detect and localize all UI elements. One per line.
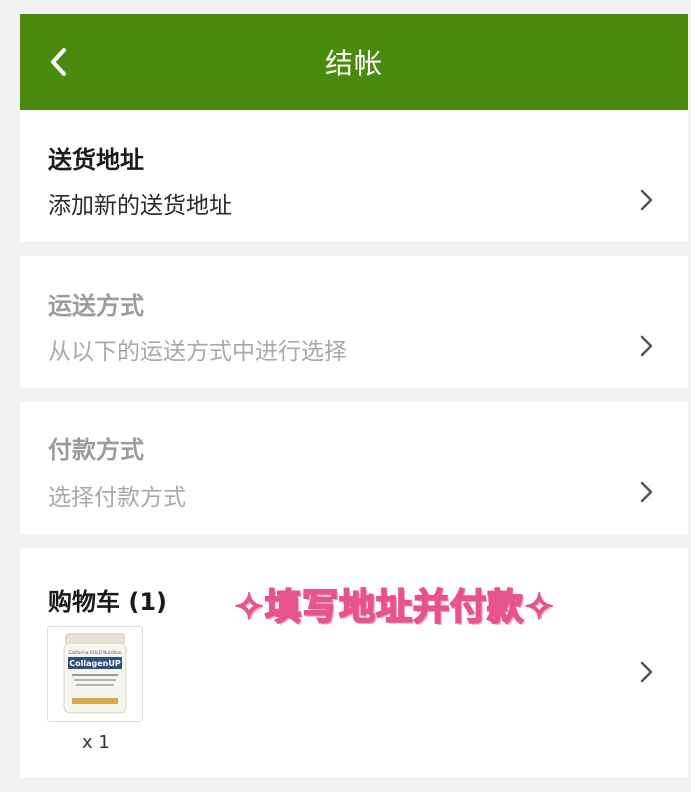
- chevron-right-icon[interactable]: [636, 478, 656, 506]
- collagen-product-image: California GOLD Nutrition CollagenUP: [63, 633, 127, 714]
- payment-method-section[interactable]: 付款方式 选择付款方式: [20, 402, 688, 534]
- product-name-label: CollagenUP: [69, 659, 121, 668]
- chevron-right-icon[interactable]: [636, 186, 656, 214]
- product-thumbnail[interactable]: California GOLD Nutrition CollagenUP: [47, 626, 143, 722]
- payment-method-title: 付款方式: [48, 436, 144, 464]
- overlay-sticker-text: ✧填写地址并付款✧: [233, 586, 556, 629]
- shipping-address-section[interactable]: 送货地址 添加新的送货地址: [20, 110, 688, 242]
- cart-title: 购物车 (1): [48, 588, 167, 616]
- chevron-left-icon: [51, 48, 66, 76]
- back-button[interactable]: [42, 42, 74, 82]
- page-title: 结帐: [324, 47, 383, 80]
- chevron-right-icon[interactable]: [636, 332, 656, 360]
- top-bar: 结帐: [20, 14, 688, 110]
- shipping-address-title: 送货地址: [48, 146, 144, 174]
- shipping-method-title: 运送方式: [48, 292, 144, 320]
- shipping-address-subtitle: 添加新的送货地址: [48, 193, 232, 219]
- chevron-right-icon[interactable]: [636, 658, 656, 686]
- shipping-method-subtitle: 从以下的运送方式中进行选择: [48, 339, 347, 365]
- cart-item-quantity: x 1: [82, 732, 110, 753]
- shipping-method-section[interactable]: 运送方式 从以下的运送方式中进行选择: [20, 256, 688, 388]
- product-brand-label: California GOLD Nutrition: [69, 650, 122, 655]
- payment-method-subtitle: 选择付款方式: [48, 485, 186, 511]
